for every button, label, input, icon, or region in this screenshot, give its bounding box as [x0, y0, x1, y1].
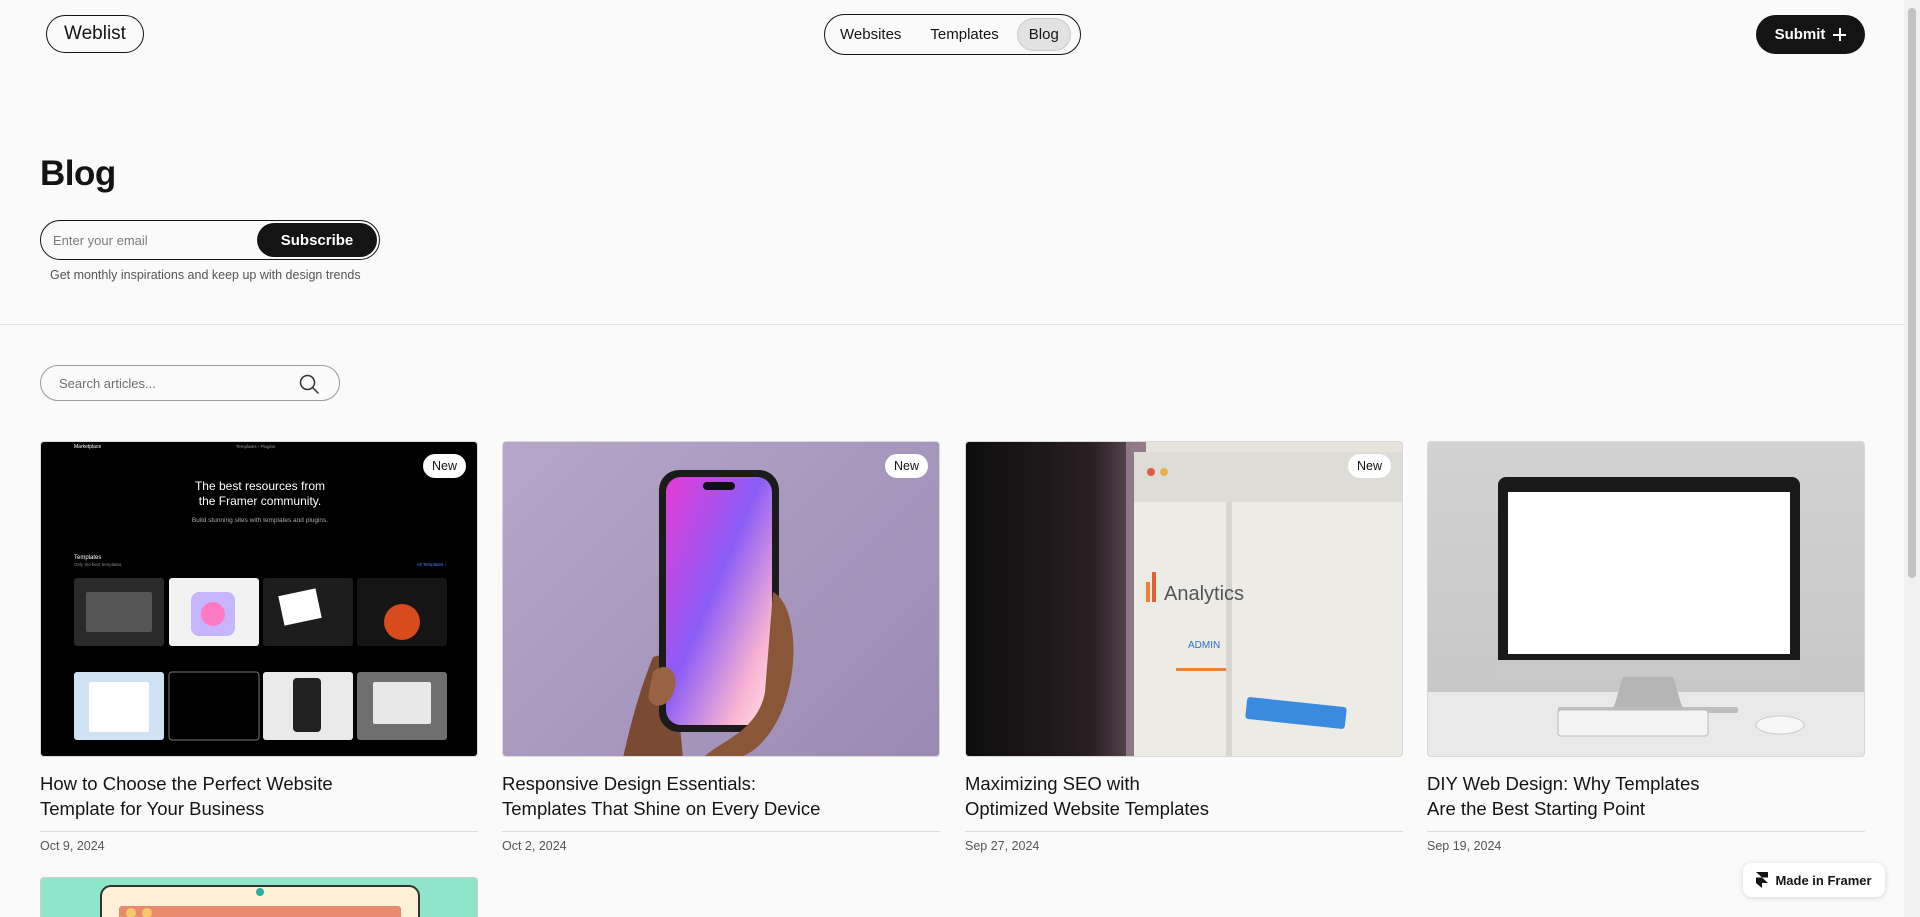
article-date: Sep 19, 2024 — [1427, 839, 1502, 853]
card-divider — [40, 831, 478, 832]
desktop-computer-image — [1428, 477, 1864, 756]
plus-icon — [1833, 28, 1847, 41]
search-icon[interactable] — [298, 373, 320, 395]
article-card-partial[interactable] — [40, 877, 478, 917]
thumb-nav-brand: Marketplace — [74, 444, 101, 450]
thumb-app-name: Analytics — [1164, 583, 1244, 605]
article-title-line: DIY Web Design: Why Templates — [1427, 773, 1700, 794]
search-input[interactable] — [59, 366, 289, 400]
article-card[interactable]: Marketplace Templates › Plugins The best… — [40, 441, 478, 853]
made-in-framer-badge[interactable]: Made in Framer — [1743, 863, 1885, 897]
subscribe-hint: Get monthly inspirations and keep up wit… — [50, 268, 361, 282]
submit-button[interactable]: Submit — [1756, 15, 1865, 54]
thumb-headline-2: the Framer community. — [199, 494, 321, 508]
email-field[interactable] — [53, 221, 253, 259]
submit-label: Submit — [1774, 26, 1826, 43]
card-divider — [502, 831, 940, 832]
article-title[interactable]: Responsive Design Essentials: Templates … — [502, 771, 940, 825]
article-title-line: Responsive Design Essentials: — [502, 773, 756, 794]
scrollbar[interactable] — [1904, 0, 1920, 917]
article-title-line: Optimized Website Templates — [965, 798, 1210, 819]
framer-badge-label: Made in Framer — [1775, 872, 1872, 888]
site-header: Weblist Websites Templates Blog Submit — [0, 0, 1904, 70]
article-thumbnail[interactable]: Analytics ADMIN New — [965, 441, 1403, 757]
main-nav: Websites Templates Blog — [824, 14, 1081, 55]
article-card[interactable]: New Responsive Design Essentials: Templa… — [502, 441, 940, 853]
article-title-line: How to Choose the Perfect Website — [40, 773, 333, 794]
subscribe-button[interactable]: Subscribe — [257, 223, 377, 257]
thumb-headline-1: The best resources from — [195, 479, 325, 493]
search-box — [40, 365, 340, 401]
article-title-line: Templates That Shine on Every Device — [502, 798, 821, 819]
article-title-line: Template for Your Business — [40, 798, 265, 819]
page-title: Blog — [40, 154, 116, 193]
article-thumbnail[interactable]: Marketplace Templates › Plugins The best… — [40, 441, 478, 757]
thumb-nav-links: Templates › Plugins — [236, 444, 276, 449]
new-badge: New — [884, 454, 928, 478]
article-card[interactable]: Analytics ADMIN New Maximizing SEO with … — [965, 441, 1403, 853]
article-card[interactable]: DIY Web Design: Why Templates Are the Be… — [1427, 441, 1865, 853]
card-divider — [1427, 831, 1865, 832]
article-thumbnail[interactable]: New — [502, 441, 940, 757]
scrollbar-thumb[interactable] — [1908, 8, 1916, 578]
article-title[interactable]: How to Choose the Perfect Website Templa… — [40, 771, 478, 825]
article-thumbnail-partial — [100, 885, 420, 917]
phone-in-hand-image — [623, 470, 794, 756]
nav-templates[interactable]: Templates — [919, 18, 1009, 51]
subscribe-form: Subscribe — [40, 220, 380, 260]
thumb-section-sub: Only the best templates. — [74, 562, 123, 567]
article-title-line: Are the Best Starting Point — [1427, 798, 1646, 819]
logo[interactable]: Weblist — [46, 15, 144, 53]
new-badge: New — [422, 454, 466, 478]
analytics-screen-image: Analytics ADMIN — [966, 442, 1402, 756]
marketplace-screenshot: Marketplace Templates › Plugins The best… — [74, 444, 447, 741]
new-badge: New — [1347, 454, 1391, 478]
article-thumbnail[interactable] — [1427, 441, 1865, 757]
article-date: Oct 9, 2024 — [40, 839, 105, 853]
article-date: Oct 2, 2024 — [502, 839, 567, 853]
article-title[interactable]: Maximizing SEO with Optimized Website Te… — [965, 771, 1403, 825]
nav-blog[interactable]: Blog — [1016, 18, 1071, 51]
article-date: Sep 27, 2024 — [965, 839, 1040, 853]
section-divider — [0, 324, 1904, 325]
card-divider — [965, 831, 1403, 832]
article-title[interactable]: DIY Web Design: Why Templates Are the Be… — [1427, 771, 1865, 825]
thumb-all-link: All Templates › — [417, 562, 447, 567]
thumb-admin-tab: ADMIN — [1188, 640, 1220, 651]
framer-logo-icon — [1756, 872, 1769, 888]
thumb-section: Templates — [74, 555, 101, 561]
article-title-line: Maximizing SEO with — [965, 773, 1140, 794]
thumb-sub: Build stunning sites with templates and … — [192, 517, 328, 524]
nav-websites[interactable]: Websites — [829, 18, 912, 51]
